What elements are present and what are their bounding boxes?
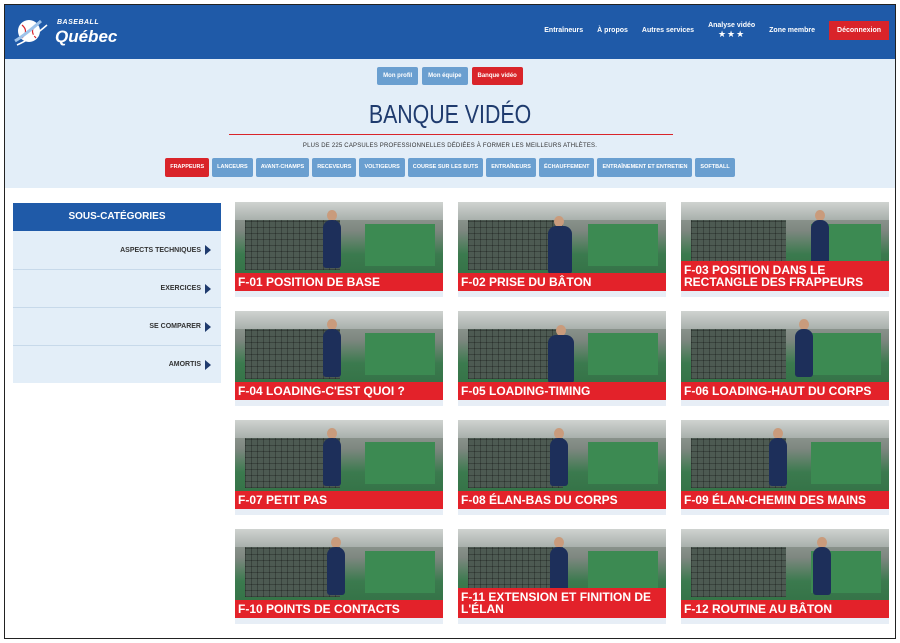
tab-lanceurs[interactable]: LANCEURS — [212, 158, 253, 177]
tab-entrainement-entretien[interactable]: ENTRAÎNEMENT ET ENTRETIEN — [597, 158, 693, 177]
banner-section: Mon profil Mon équipe Banque vidéo BANQU… — [5, 59, 895, 188]
page-frame: BASEBALL Québec Entraîneurs À propos Aut… — [4, 4, 896, 639]
category-tabs: FRAPPEURS LANCEURS AVANT-CHAMPS RECEVEUR… — [5, 158, 895, 177]
video-card[interactable]: F-08 ÉLAN-BAS DU CORPS — [458, 420, 666, 515]
video-title: F-08 ÉLAN-BAS DU CORPS — [458, 491, 666, 509]
nav-link-entraineurs[interactable]: Entraîneurs — [544, 27, 583, 34]
logo-big-text: Québec — [55, 27, 118, 46]
subtab-mon-profil[interactable]: Mon profil — [377, 67, 419, 85]
nav-link-analyse-video[interactable]: Analyse vidéo ★★★ — [708, 22, 755, 39]
tab-entraineurs[interactable]: ENTRAÎNEURS — [486, 158, 536, 177]
video-title: F-06 LOADING-HAUT DU CORPS — [681, 382, 889, 400]
caret-right-icon — [205, 283, 211, 294]
site-header: BASEBALL Québec Entraîneurs À propos Aut… — [5, 5, 895, 59]
video-card[interactable]: F-06 LOADING-HAUT DU CORPS — [681, 311, 889, 406]
video-card[interactable]: F-01 POSITION DE BASE — [235, 202, 443, 297]
caret-right-icon — [205, 321, 211, 332]
sidebar-item-se-comparer[interactable]: SE COMPARER — [13, 307, 221, 345]
sidebar-item-amortis[interactable]: AMORTIS — [13, 345, 221, 383]
subtab-mon-equipe[interactable]: Mon équipe — [422, 67, 468, 85]
tab-avant-champs[interactable]: AVANT-CHAMPS — [255, 158, 310, 177]
video-card[interactable]: F-09 ÉLAN-CHEMIN DES MAINS — [681, 420, 889, 515]
caret-right-icon — [205, 359, 211, 370]
video-card[interactable]: F-05 LOADING-TIMING — [458, 311, 666, 406]
subcategory-sidebar: SOUS-CATÉGORIES ASPECTS TECHNIQUES EXERC… — [13, 203, 221, 383]
tab-frappeurs[interactable]: FRAPPEURS — [165, 158, 210, 177]
profile-subtabs: Mon profil Mon équipe Banque vidéo — [5, 67, 895, 85]
video-title: F-02 PRISE DU BÂTON — [458, 273, 666, 291]
video-card[interactable]: F-04 LOADING-C'EST QUOI ? — [235, 311, 443, 406]
video-title: F-05 LOADING-TIMING — [458, 382, 666, 400]
video-card[interactable]: F-07 PETIT PAS — [235, 420, 443, 515]
tab-softball[interactable]: SOFTBALL — [695, 158, 735, 177]
title-divider — [229, 134, 673, 135]
tab-receveurs[interactable]: RECEVEURS — [312, 158, 357, 177]
page-tagline: PLUS DE 225 CAPSULES PROFESSIONNELLES DÉ… — [302, 143, 598, 149]
tab-voltigeurs[interactable]: VOLTIGEURS — [359, 158, 405, 177]
video-card[interactable]: F-12 ROUTINE AU BÂTON — [681, 529, 889, 624]
sidebar-item-label: ASPECTS TECHNIQUES — [120, 246, 201, 254]
caret-right-icon — [205, 245, 211, 255]
video-title: F-10 POINTS DE CONTACTS — [235, 600, 443, 618]
sidebar-item-aspects-techniques[interactable]: ASPECTS TECHNIQUES — [13, 231, 221, 269]
sidebar-list: ASPECTS TECHNIQUES EXERCICES SE COMPARER… — [13, 231, 221, 383]
sidebar-title: SOUS-CATÉGORIES — [13, 203, 221, 231]
main-nav: Entraîneurs À propos Autres services Ana… — [544, 21, 889, 40]
sidebar-item-exercices[interactable]: EXERCICES — [13, 269, 221, 307]
tab-course-sur-les-buts[interactable]: COURSE SUR LES BUTS — [407, 158, 484, 177]
nav-link-a-propos[interactable]: À propos — [597, 27, 628, 34]
sidebar-item-label: AMORTIS — [168, 361, 201, 368]
video-card[interactable]: F-11 EXTENSION ET FINITION DE L'ÉLAN — [458, 529, 666, 624]
subtab-banque-video[interactable]: Banque vidéo — [471, 67, 523, 85]
video-title: F-09 ÉLAN-CHEMIN DES MAINS — [681, 491, 889, 509]
video-grid: F-01 POSITION DE BASE F-02 PRISE DU BÂTO… — [235, 202, 889, 624]
video-card[interactable]: F-02 PRISE DU BÂTON — [458, 202, 666, 297]
video-title: F-03 POSITION DANS LE RECTANGLE DES FRAP… — [681, 261, 889, 291]
sidebar-item-label: EXERCICES — [160, 285, 201, 292]
nav-link-zone-membre[interactable]: Zone membre — [769, 27, 815, 34]
logo-emblem-icon — [14, 19, 48, 46]
stars-icon: ★★★ — [717, 29, 746, 39]
baseball-quebec-logo[interactable]: BASEBALL Québec — [13, 13, 117, 49]
sidebar-item-label: SE COMPARER — [149, 323, 201, 330]
nav-link-autres-services[interactable]: Autres services — [642, 27, 694, 34]
video-card[interactable]: F-10 POINTS DE CONTACTS — [235, 529, 443, 624]
video-title: F-12 ROUTINE AU BÂTON — [681, 600, 889, 618]
tab-echauffement[interactable]: ÉCHAUFFEMENT — [538, 158, 595, 177]
analyse-video-label: Analyse vidéo — [708, 22, 756, 29]
logout-button[interactable]: Déconnexion — [829, 21, 889, 40]
video-title: F-07 PETIT PAS — [235, 491, 443, 509]
video-title: F-01 POSITION DE BASE — [235, 273, 443, 291]
page-title: BANQUE VIDÉO — [368, 99, 532, 129]
logo-small-text: BASEBALL — [57, 19, 100, 26]
video-title: F-04 LOADING-C'EST QUOI ? — [235, 382, 443, 400]
video-title: F-11 EXTENSION ET FINITION DE L'ÉLAN — [458, 588, 666, 618]
video-card[interactable]: F-03 POSITION DANS LE RECTANGLE DES FRAP… — [681, 202, 889, 297]
